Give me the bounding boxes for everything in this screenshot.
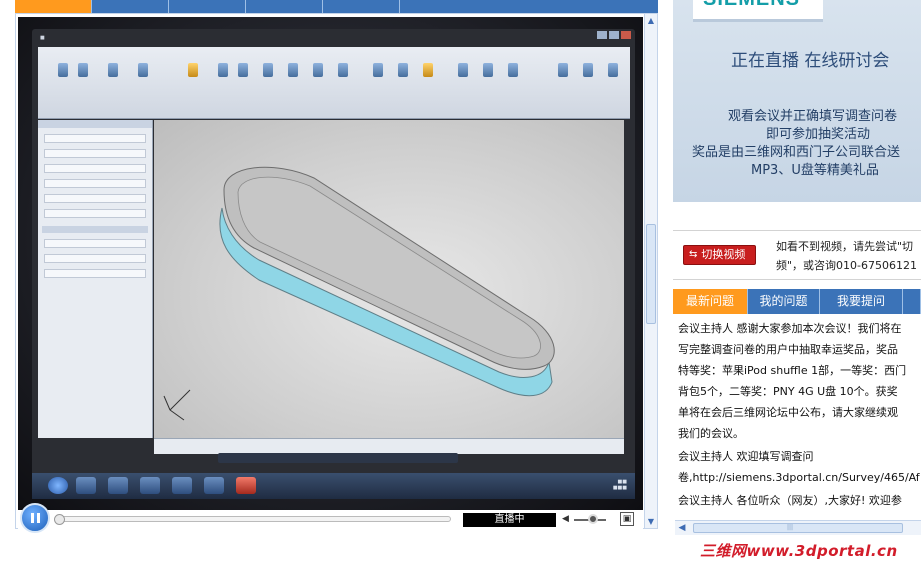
- tab-ask-question[interactable]: 我要提问: [820, 289, 903, 314]
- top-tab-4[interactable]: [246, 0, 323, 13]
- scroll-thumb[interactable]: [646, 224, 656, 324]
- switch-video-button[interactable]: ⇆ 切换视频: [683, 245, 756, 265]
- message-list: 会议主持人 感谢大家参加本次会议！我们将在 写完整调查问卷的用户中抽取幸运奖品，…: [678, 318, 921, 518]
- banner-line: 奖品是由三维网和西门子公司联合送: [692, 145, 901, 160]
- pause-button[interactable]: [20, 503, 50, 533]
- banner-line: 即可参加抽奖活动: [766, 127, 871, 142]
- progress-track[interactable]: [56, 516, 451, 522]
- list-item: 会议主持人 感谢大家参加本次会议！我们将在 写完整调查问卷的用户中抽取幸运奖品，…: [678, 318, 921, 444]
- switch-arrows-icon: ⇆: [689, 249, 698, 260]
- brand-logo-text: SIEMENS: [703, 0, 800, 11]
- tab-my-questions[interactable]: 我的问题: [748, 289, 820, 314]
- hint-line: 如看不到视频，请先尝试"切: [776, 240, 914, 253]
- filmed-3d-viewport: [154, 120, 624, 438]
- list-item: 会议主持人 各位听众（网友）,大家好! 欢迎参: [678, 490, 921, 511]
- scroll-down-arrow-icon[interactable]: ▼: [645, 515, 657, 528]
- banner-live-title: 正在直播 在线研讨会: [731, 51, 890, 71]
- top-tab-bar: [15, 0, 658, 13]
- message-line: 写完整调查问卷的用户中抽取幸运奖品，奖品: [678, 343, 898, 356]
- top-tab-5[interactable]: [323, 0, 400, 13]
- top-tab-1[interactable]: [15, 0, 92, 13]
- volume-knob[interactable]: [588, 514, 598, 524]
- list-item: 会议主持人 欢迎填写调查问 卷,http://siemens.3dportal.…: [678, 446, 921, 488]
- filmed-window-buttons: [597, 31, 631, 39]
- progress-knob[interactable]: [54, 514, 65, 525]
- message-line: 特等奖：苹果iPod shuffle 1部，一等奖：西门: [678, 364, 907, 377]
- message-horizontal-scrollbar[interactable]: ◀ |||: [675, 520, 921, 535]
- message-line: 会议主持人 各位听众（网友）,大家好! 欢迎参: [678, 494, 902, 507]
- message-line: 单将在会后三维网论坛中公布，请大家继续观: [678, 406, 898, 419]
- message-line: 会议主持人 感谢大家参加本次会议！我们将在: [678, 322, 902, 335]
- pause-icon: [30, 513, 40, 523]
- banner-line: MP3、U盘等精美礼品: [751, 163, 879, 178]
- volume-icon[interactable]: ◀: [562, 514, 569, 524]
- filmed-status-strip: [154, 438, 624, 454]
- video-player: ■ ■■ ■■■ ▲ ▼ 直播中 ◀ ▣: [15, 13, 658, 533]
- filmed-left-panel: [38, 120, 153, 438]
- scroll-up-arrow-icon[interactable]: ▲: [645, 14, 657, 27]
- promo-banner: SIEMENS 正在直播 在线研讨会 观看会议并正确填写调查问卷 即可参加抽奖活…: [673, 0, 921, 202]
- message-link[interactable]: 卷,http://siemens.3dportal.cn/Survey/465/…: [678, 467, 921, 488]
- message-line: 背包5个，二等奖：PNY 4G U盘 10个。获奖: [678, 385, 898, 398]
- cad-part-icon: [163, 166, 555, 421]
- brand-logo: SIEMENS: [693, 0, 823, 22]
- top-tab-2[interactable]: [92, 0, 169, 13]
- tab-latest-questions[interactable]: 最新问题: [673, 289, 748, 314]
- hint-line: 频"，或咨询010-67506121: [776, 259, 918, 272]
- message-line: 会议主持人 欢迎填写调查问: [678, 450, 814, 463]
- video-frame[interactable]: ■ ■■ ■■■: [18, 17, 643, 510]
- switch-video-hint: 如看不到视频，请先尝试"切 频"，或咨询010-67506121: [776, 237, 921, 275]
- scroll-thumb[interactable]: [693, 523, 903, 533]
- banner-line: 观看会议并正确填写调查问卷: [728, 109, 898, 124]
- qa-tab-bar: 最新问题 我的问题 我要提问: [673, 289, 921, 314]
- fullscreen-icon[interactable]: ▣: [620, 512, 634, 526]
- site-watermark: 三维网www.3dportal.cn: [700, 542, 898, 560]
- message-line: 我们的会议。: [678, 427, 744, 440]
- player-vertical-scrollbar[interactable]: ▲ ▼: [644, 14, 657, 528]
- top-tab-3[interactable]: [169, 0, 246, 13]
- page: ■ ■■ ■■■ ▲ ▼ 直播中 ◀ ▣ 正在直播 在线研讨会 观看会议并正确填…: [0, 0, 921, 565]
- live-status-label: 直播中: [463, 513, 556, 527]
- filmed-clock: ■■ ■■■: [612, 479, 627, 491]
- scroll-grip-icon: |||: [787, 524, 794, 531]
- tab-overflow[interactable]: [903, 289, 921, 314]
- switch-video-label: 切换视频: [701, 248, 746, 261]
- player-control-bar: 直播中 ◀ ▣: [18, 503, 643, 533]
- filmed-ribbon: [38, 47, 630, 119]
- switch-video-panel: ⇆ 切换视频 如看不到视频，请先尝试"切 频"，或咨询010-67506121: [673, 230, 921, 280]
- filmed-taskbar: ■■ ■■■: [32, 473, 635, 499]
- filmed-media-controls: [218, 453, 458, 463]
- scroll-left-arrow-icon[interactable]: ◀: [675, 521, 689, 535]
- filmed-app-title: ■: [40, 35, 45, 41]
